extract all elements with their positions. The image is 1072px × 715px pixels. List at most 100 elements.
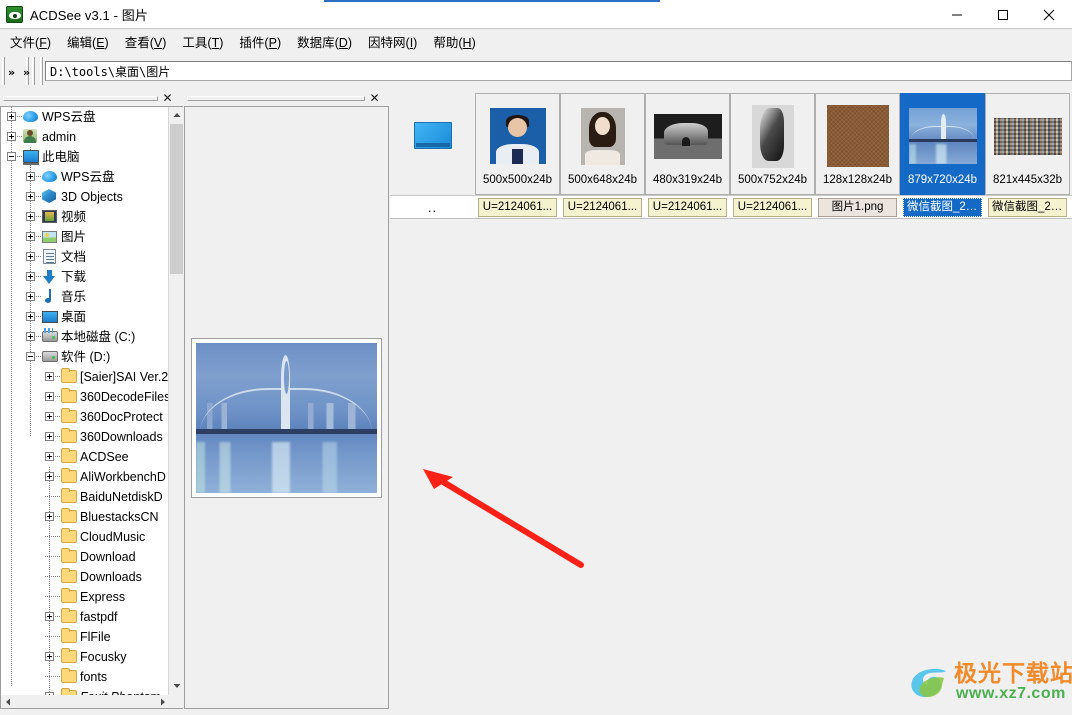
expander-plus-icon[interactable] <box>26 332 35 341</box>
menu-file[interactable]: 文件(F) <box>2 29 59 54</box>
tree-item-download[interactable]: Download <box>1 547 167 567</box>
expander-plus-icon[interactable] <box>26 172 35 181</box>
menu-help[interactable]: 帮助(H) <box>425 29 483 54</box>
toolbar-overflow-right[interactable]: » <box>23 66 30 79</box>
filename-cell[interactable]: U=2124061... <box>475 196 560 219</box>
address-grip[interactable] <box>40 57 43 85</box>
expander-plus-icon[interactable] <box>26 312 35 321</box>
thumbnail-empty-area[interactable] <box>390 219 1072 715</box>
tree-item-express[interactable]: Express <box>1 587 167 607</box>
tree-item-local-disk-c[interactable]: 本地磁盘 (C:) <box>1 327 167 347</box>
expander-plus-icon[interactable] <box>26 192 35 201</box>
tree-panel-close-icon[interactable]: ✕ <box>161 91 174 105</box>
expander-plus-icon[interactable] <box>7 132 16 141</box>
tree-item-bluestackscn[interactable]: BluestacksCN <box>1 507 167 527</box>
expander-plus-icon[interactable] <box>26 272 35 281</box>
scroll-up-icon[interactable] <box>169 107 183 123</box>
filename-cell-selected[interactable]: 微信截图_20... <box>900 196 985 219</box>
tree-item-label: 下载 <box>61 270 87 284</box>
tree-item-focusky[interactable]: Focusky <box>1 647 167 667</box>
tree-item-this-pc[interactable]: 此电脑 <box>1 147 167 167</box>
expander-plus-icon[interactable] <box>45 612 54 621</box>
expander-plus-icon[interactable] <box>45 512 54 521</box>
tree-item-wps-cloud-child[interactable]: WPS云盘 <box>1 167 167 187</box>
tree-item-software-d[interactable]: 软件 (D:) <box>1 347 167 367</box>
menu-database[interactable]: 数据库(D) <box>289 29 360 54</box>
toolbar-grip-3[interactable] <box>32 57 35 85</box>
filename-cell[interactable]: 图片1.png <box>815 196 900 219</box>
thumbnail-item[interactable]: 500x648x24b <box>560 93 645 195</box>
tree-item-admin[interactable]: admin <box>1 127 167 147</box>
expander-plus-icon[interactable] <box>45 652 54 661</box>
tree-panel-grip[interactable] <box>3 95 158 101</box>
thumbnail-item[interactable]: 821x445x32b <box>985 93 1070 195</box>
preview-panel-close-icon[interactable]: ✕ <box>368 91 381 105</box>
menu-view[interactable]: 查看(V) <box>117 29 175 54</box>
tree-item-downloads-d[interactable]: Downloads <box>1 567 167 587</box>
tree-item-videos[interactable]: 视频 <box>1 207 167 227</box>
tree-item-wps-cloud[interactable]: WPS云盘 <box>1 107 167 127</box>
thumbnail-browser-panel[interactable]: 500x500x24b 500x648x24b 480x319x24b 500x… <box>390 93 1072 715</box>
toolbar-grip-1[interactable] <box>2 57 5 85</box>
filename-cell[interactable]: 微信截图_20... <box>985 196 1070 219</box>
expander-minus-icon[interactable] <box>7 152 16 161</box>
tree-horizontal-scrollbar[interactable] <box>1 695 183 708</box>
minimize-button[interactable] <box>934 0 980 29</box>
expander-plus-icon[interactable] <box>7 112 16 121</box>
tree-item-fonts[interactable]: fonts <box>1 667 167 687</box>
thumbnail-item[interactable]: 480x319x24b <box>645 93 730 195</box>
expander-plus-icon[interactable] <box>45 472 54 481</box>
expander-plus-icon[interactable] <box>26 232 35 241</box>
tree-item-360docprotect[interactable]: 360DocProtect <box>1 407 167 427</box>
thumbnail-item[interactable]: 128x128x24b <box>815 93 900 195</box>
scroll-down-icon[interactable] <box>169 678 183 694</box>
preview-panel-grip[interactable] <box>187 95 365 101</box>
filename-cell[interactable]: U=2124061... <box>730 196 815 219</box>
tree-item-music[interactable]: 音乐 <box>1 287 167 307</box>
filename-parent[interactable]: .. <box>390 196 475 219</box>
menu-tools[interactable]: 工具(T) <box>174 29 231 54</box>
expander-plus-icon[interactable] <box>45 452 54 461</box>
address-bar[interactable]: D:\tools\桌面\图片 <box>45 61 1072 81</box>
scroll-left-icon[interactable] <box>1 695 14 708</box>
expander-minus-icon[interactable] <box>26 352 35 361</box>
tree-item-pictures[interactable]: 图片 <box>1 227 167 247</box>
menu-plugins[interactable]: 插件(P) <box>231 29 289 54</box>
tree-item-fastpdf[interactable]: fastpdf <box>1 607 167 627</box>
expander-plus-icon[interactable] <box>26 252 35 261</box>
maximize-button[interactable] <box>980 0 1026 29</box>
thumbnail-parent-folder[interactable] <box>390 93 475 195</box>
image-preview-panel[interactable] <box>184 106 389 709</box>
tree-item-desktop[interactable]: 桌面 <box>1 307 167 327</box>
menu-internet[interactable]: 因特网(I) <box>360 29 425 54</box>
thumbnail-item[interactable]: 500x752x24b <box>730 93 815 195</box>
tree-item-aliworkbench[interactable]: AliWorkbenchD <box>1 467 167 487</box>
tree-item-baidunetdisk[interactable]: BaiduNetdiskD <box>1 487 167 507</box>
tree-item-documents[interactable]: 文档 <box>1 247 167 267</box>
tree-item-360decodefiles[interactable]: 360DecodeFiles <box>1 387 170 407</box>
tree-vertical-scrollbar[interactable] <box>168 107 183 708</box>
folder-tree-panel[interactable]: WPS云盘 admin 此电脑 WPS云盘 3D Objects 视频 图片 文… <box>0 106 183 709</box>
tree-item-3d-objects[interactable]: 3D Objects <box>1 187 167 207</box>
scroll-right-icon[interactable] <box>156 695 169 708</box>
tree-scroll-thumb[interactable] <box>170 124 183 274</box>
tree-item-sai[interactable]: [Saier]SAI Ver.2 <box>1 367 168 387</box>
expander-plus-icon[interactable] <box>26 212 35 221</box>
thumbnail-item-selected[interactable]: 879x720x24b <box>900 93 985 195</box>
expander-plus-icon[interactable] <box>45 412 54 421</box>
expander-plus-icon[interactable] <box>45 372 54 381</box>
menu-edit[interactable]: 编辑(E) <box>59 29 117 54</box>
expander-plus-icon[interactable] <box>26 292 35 301</box>
tree-item-cloudmusic[interactable]: CloudMusic <box>1 527 167 547</box>
tree-item-downloads[interactable]: 下载 <box>1 267 167 287</box>
expander-plus-icon[interactable] <box>45 432 54 441</box>
close-button[interactable] <box>1026 0 1072 29</box>
expander-plus-icon[interactable] <box>45 392 54 401</box>
toolbar-overflow-left[interactable]: » <box>8 66 15 79</box>
filename-cell[interactable]: U=2124061... <box>560 196 645 219</box>
filename-cell[interactable]: U=2124061... <box>645 196 730 219</box>
thumbnail-item[interactable]: 500x500x24b <box>475 93 560 195</box>
tree-item-flfile[interactable]: FlFile <box>1 627 167 647</box>
tree-item-360downloads[interactable]: 360Downloads <box>1 427 167 447</box>
tree-item-acdsee[interactable]: ACDSee <box>1 447 167 467</box>
